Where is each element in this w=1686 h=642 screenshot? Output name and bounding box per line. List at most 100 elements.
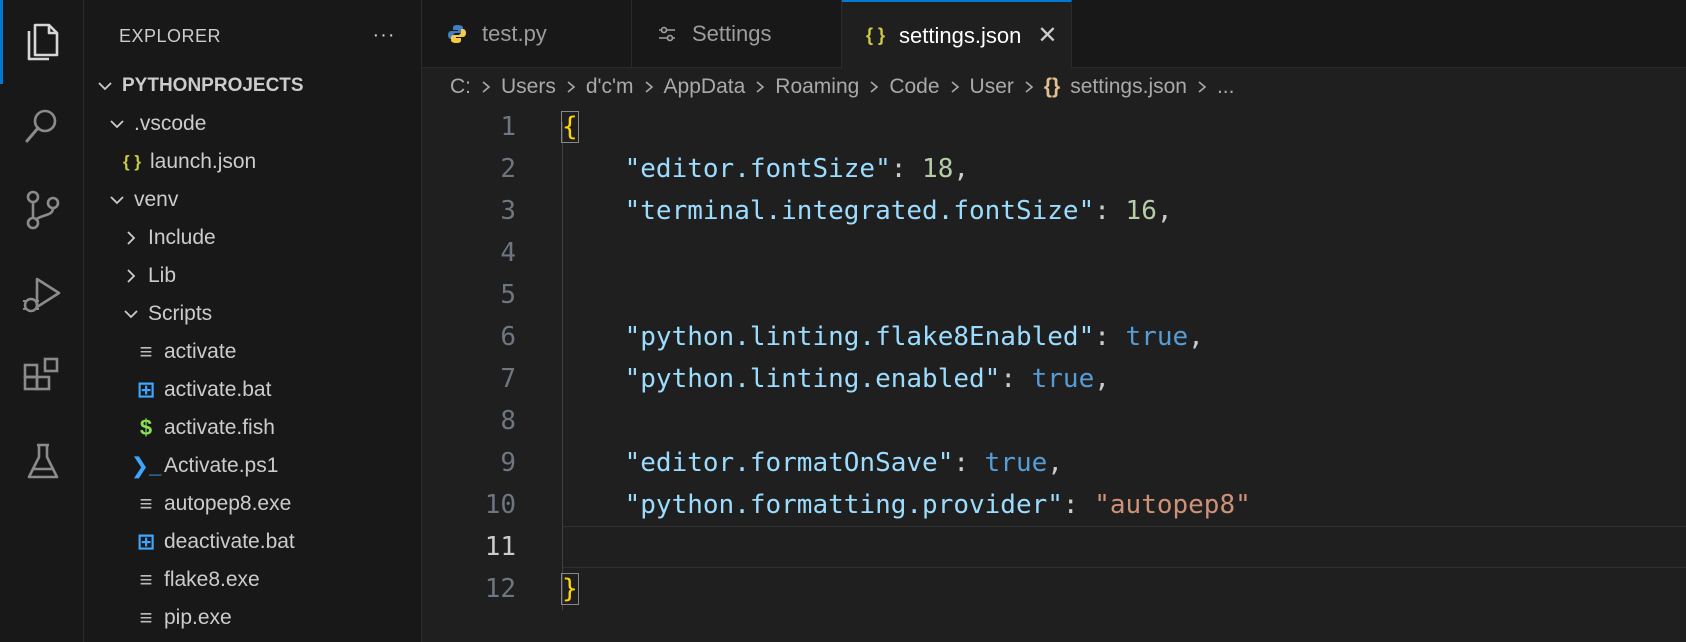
powershell-file-icon: ❯_ [130, 453, 162, 478]
tree-item-label: activate.fish [164, 416, 275, 439]
tab-bar: test.py Settings { } settings.json ✕ [422, 0, 1686, 69]
breadcrumb-item[interactable]: C: [450, 75, 471, 99]
tab-label: settings.json [899, 22, 1022, 48]
tree-file[interactable]: ≡ activate [84, 333, 422, 371]
tree-file[interactable]: ❯_ Activate.ps1 [84, 447, 422, 485]
chevron-right-icon [120, 227, 142, 249]
tree-folder[interactable]: Lib [84, 257, 422, 295]
code-line[interactable]: "terminal.integrated.fontSize": 16, [562, 190, 1173, 232]
tab-test-py[interactable]: test.py [422, 0, 632, 68]
code-token: "editor.fontSize" [624, 154, 891, 184]
source-control-icon [26, 190, 60, 230]
tree-file[interactable]: { } launch.json [84, 143, 422, 181]
tree-item-label: venv [134, 188, 179, 211]
line-number: 10 [484, 490, 516, 520]
code-editor[interactable]: 1 {2 "editor.fontSize": 18, 3 "terminal.in… [422, 106, 1686, 642]
chevron-right-icon [1195, 80, 1209, 94]
code-token: "python.formatting.provider" [624, 490, 1063, 520]
breadcrumb-more[interactable]: ... [1217, 75, 1235, 99]
tree-item-label: deactivate.bat [164, 530, 295, 553]
tree-item-label: activate [164, 340, 237, 363]
tree-item-label: Activate.ps1 [164, 454, 279, 477]
tree-file[interactable]: $ activate.fish [84, 409, 422, 447]
tree-folder[interactable]: PYTHONPROJECTS [84, 67, 422, 105]
explorer-title: EXPLORER [119, 26, 222, 46]
line-number: 4 [500, 238, 516, 268]
activity-files[interactable] [0, 0, 84, 84]
code-token: : [953, 448, 985, 478]
chevron-right-icon [753, 80, 767, 94]
explorer-sidebar: EXPLORER ··· PYTHONPROJECTS .vscode { } lau… [84, 0, 422, 642]
current-line-highlight [562, 526, 1686, 568]
chevron-right-icon [564, 80, 578, 94]
tree-item-label: Include [148, 226, 216, 249]
activity-source-control[interactable] [0, 168, 84, 252]
files-icon [27, 23, 59, 61]
tree-folder[interactable]: Scripts [84, 295, 422, 333]
windows-file-icon: ⊞ [136, 529, 156, 554]
more-actions-icon[interactable]: ··· [369, 22, 399, 48]
activity-search[interactable] [0, 84, 84, 168]
tree-folder[interactable]: Include [84, 219, 422, 257]
breadcrumb-item[interactable]: User [970, 75, 1014, 99]
code-token: : [1000, 364, 1032, 394]
tab-settings-json[interactable]: { } settings.json ✕ [842, 0, 1072, 69]
tree-item-label: Lib [148, 264, 177, 287]
code-token: : [1094, 196, 1126, 226]
code-token: "python.linting.flake8Enabled" [624, 322, 1095, 352]
breadcrumb-item[interactable]: Roaming [775, 75, 859, 99]
tree-folder[interactable]: .vscode [84, 105, 422, 143]
line-number: 12 [484, 574, 516, 604]
line-number: 3 [500, 196, 516, 226]
run-debug-icon [23, 277, 61, 313]
close-icon[interactable]: ✕ [1037, 21, 1057, 50]
tree-file[interactable]: ≡ flake8.exe [84, 561, 422, 599]
line-number: 1 [500, 112, 516, 142]
chevron-down-icon [120, 303, 142, 325]
code-token: "python.linting.enabled" [624, 364, 1001, 394]
activity-extensions[interactable] [0, 336, 84, 420]
code-token: { [561, 111, 579, 143]
chevron-right-icon [867, 80, 881, 94]
code-line[interactable]: "python.linting.flake8Enabled": true, [562, 316, 1204, 358]
code-line[interactable]: "editor.formatOnSave": true, [562, 442, 1063, 484]
line-number: 8 [500, 406, 516, 436]
tab-label: Settings [692, 21, 772, 46]
tree-item-label: activate.bat [164, 378, 272, 401]
breadcrumb-item[interactable]: AppData [664, 75, 746, 99]
python-icon [446, 23, 468, 45]
code-token: "terminal.integrated.fontSize" [624, 196, 1095, 226]
shell-file-icon: $ [139, 415, 153, 440]
breadcrumb-item[interactable]: Users [501, 75, 556, 99]
code-line[interactable]: "python.formatting.provider": "autopep8" [562, 484, 1251, 526]
code-token: "autopep8" [1094, 490, 1251, 520]
tree-file[interactable]: ≡ pip.exe [84, 599, 422, 637]
text-file-icon: ≡ [139, 339, 153, 364]
code-line[interactable]: } [561, 568, 579, 610]
tab-settings[interactable]: Settings [632, 0, 842, 68]
code-line[interactable]: { [561, 106, 579, 148]
tree-file[interactable]: ≡ autopep8.exe [84, 485, 422, 523]
code-token: 18 [922, 154, 954, 184]
tree-item-label: .vscode [134, 112, 207, 135]
text-file-icon: ≡ [139, 491, 153, 516]
code-line[interactable]: "editor.fontSize": 18, [562, 148, 969, 190]
breadcrumb-file[interactable]: settings.json [1070, 75, 1187, 99]
tree-folder[interactable]: venv [84, 181, 422, 219]
chevron-right-icon [479, 80, 493, 94]
tree-file[interactable]: ⊞ activate.bat [84, 371, 422, 409]
breadcrumb-item[interactable]: Code [889, 75, 939, 99]
activity-testing[interactable] [0, 420, 84, 504]
tree-file[interactable]: ⊞ deactivate.bat [84, 523, 422, 561]
activity-run-debug[interactable] [0, 252, 84, 336]
tree-item-label: launch.json [150, 150, 257, 173]
breadcrumb-item[interactable]: d'c'm [586, 75, 634, 99]
chevron-right-icon [948, 80, 962, 94]
chevron-down-icon [106, 113, 128, 135]
text-file-icon: ≡ [139, 567, 153, 592]
code-line[interactable]: "python.linting.enabled": true, [562, 358, 1110, 400]
code-token: , [953, 154, 970, 184]
